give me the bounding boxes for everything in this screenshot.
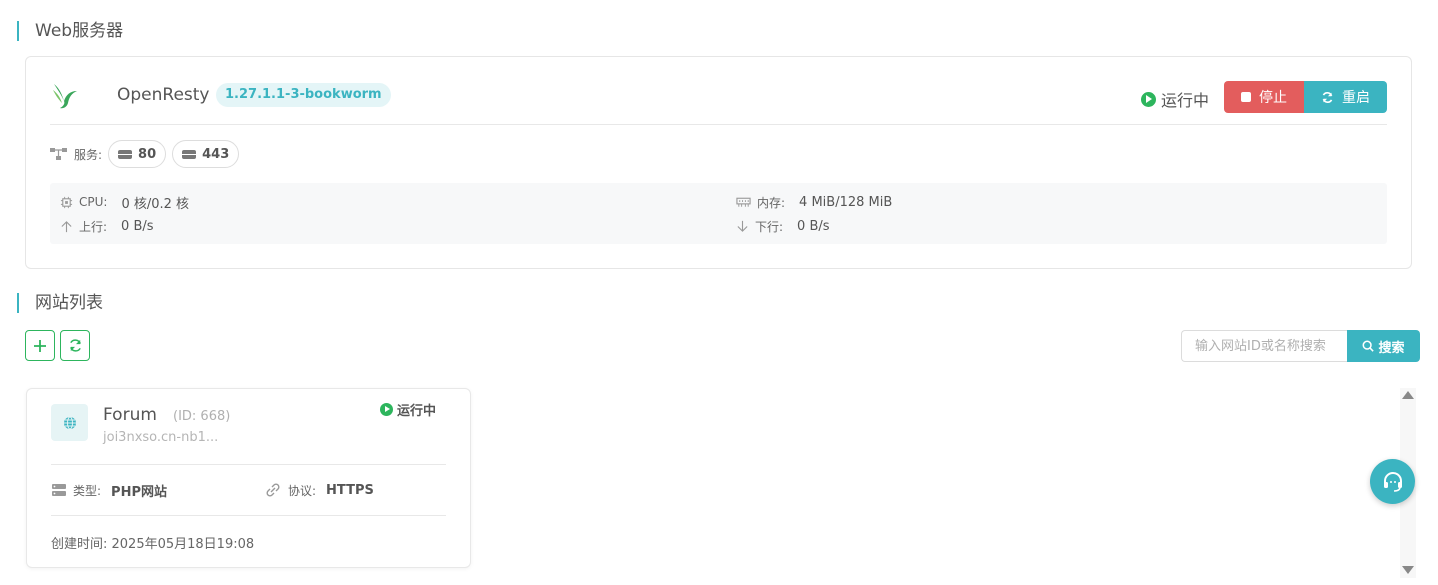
plus-icon: [34, 339, 46, 352]
stop-icon: [1241, 92, 1251, 102]
divider: [51, 464, 446, 465]
server-ports: 服务: 80 443: [50, 140, 240, 168]
server-status: 运行中: [1140, 87, 1209, 111]
server-icon: [52, 484, 66, 496]
cpu-icon: [60, 196, 73, 208]
server-stats: CPU: 0 核/0.2 核 上行: 0 B/s 内存: 4 MiB/128 M…: [50, 183, 1387, 244]
site-status-text: 运行中: [397, 404, 437, 419]
server-card: OpenResty 1.27.1.1-3-bookworm 运行中 停止 重启: [25, 56, 1412, 269]
globe-icon: [63, 416, 76, 429]
search-button-label: 搜索: [1378, 340, 1405, 356]
server-icon: [118, 149, 133, 159]
site-type: 类型: PHP网站: [51, 481, 167, 500]
site-protocol-label: 协议:: [288, 483, 317, 498]
site-type-label: 类型:: [73, 483, 102, 498]
site-created-time: 创建时间: 2025年05月18日19:08: [51, 537, 255, 552]
link-icon: [266, 483, 280, 497]
memory-stat: 内存: 4 MiB/128 MiB: [736, 192, 892, 212]
restart-button-label: 重启: [1342, 90, 1370, 106]
server-action-group: 停止 重启: [1224, 81, 1387, 113]
arrow-down-icon: [737, 220, 748, 232]
download-stat: 下行: 0 B/s: [736, 216, 830, 236]
ports-label: 服务:: [74, 147, 103, 162]
arrow-up-icon: [61, 220, 72, 232]
upload-label: 上行:: [79, 219, 108, 234]
site-name: Forum: [103, 405, 157, 425]
upload-value: 0 B/s: [121, 218, 154, 234]
running-icon: [380, 403, 393, 416]
scroll-up-icon[interactable]: [1402, 391, 1414, 399]
site-card[interactable]: Forum (ID: 668) joi3nxso.cn-nb1... 运行中 类…: [26, 388, 471, 568]
openresty-logo-icon: [53, 84, 77, 109]
section-title-web-server: Web服务器: [17, 21, 123, 41]
download-value: 0 B/s: [797, 218, 830, 234]
network-topology-icon: [50, 148, 67, 160]
memory-value: 4 MiB/128 MiB: [799, 194, 893, 210]
memory-label: 内存:: [757, 195, 786, 210]
cpu-label: CPU:: [79, 195, 108, 209]
cpu-stat: CPU: 0 核/0.2 核: [60, 192, 189, 212]
site-icon-box: [51, 404, 88, 441]
download-label: 下行:: [755, 219, 784, 234]
port-badge-80[interactable]: 80: [108, 140, 167, 168]
restart-icon: [1322, 91, 1333, 103]
server-name: OpenResty: [117, 85, 210, 105]
refresh-icon: [69, 339, 81, 352]
port-value: 443: [202, 146, 230, 162]
search-icon: [1362, 340, 1375, 352]
port-value: 80: [138, 146, 157, 162]
memory-icon: [736, 197, 751, 207]
server-header: OpenResty 1.27.1.1-3-bookworm 运行中 停止 重启: [50, 79, 1387, 125]
site-protocol-value: HTTPS: [326, 482, 374, 498]
site-domain: joi3nxso.cn-nb1...: [103, 430, 219, 445]
stop-button[interactable]: 停止: [1224, 81, 1304, 113]
site-id: (ID: 668): [173, 409, 231, 424]
site-type-value: PHP网站: [111, 484, 167, 500]
upload-stat: 上行: 0 B/s: [60, 216, 154, 236]
stop-button-label: 停止: [1259, 90, 1287, 106]
headset-icon: [1383, 471, 1402, 492]
server-status-text: 运行中: [1160, 91, 1209, 110]
server-version-badge: 1.27.1.1-3-bookworm: [216, 83, 391, 107]
running-icon: [1140, 91, 1156, 107]
section-title-site-list: 网站列表: [17, 293, 103, 313]
site-status: 运行中: [380, 400, 436, 419]
search-button[interactable]: 搜索: [1347, 330, 1420, 362]
port-badge-443[interactable]: 443: [172, 140, 240, 168]
server-icon: [182, 149, 197, 159]
customer-support-button[interactable]: [1370, 459, 1415, 504]
cpu-value: 0 核/0.2 核: [121, 196, 190, 212]
scroll-down-icon[interactable]: [1402, 566, 1414, 574]
refresh-sites-button[interactable]: [60, 330, 90, 361]
restart-button[interactable]: 重启: [1304, 81, 1387, 113]
site-search-input[interactable]: [1181, 330, 1347, 362]
divider: [51, 515, 446, 516]
site-protocol: 协议: HTTPS: [264, 481, 374, 499]
add-site-button[interactable]: [25, 330, 55, 361]
